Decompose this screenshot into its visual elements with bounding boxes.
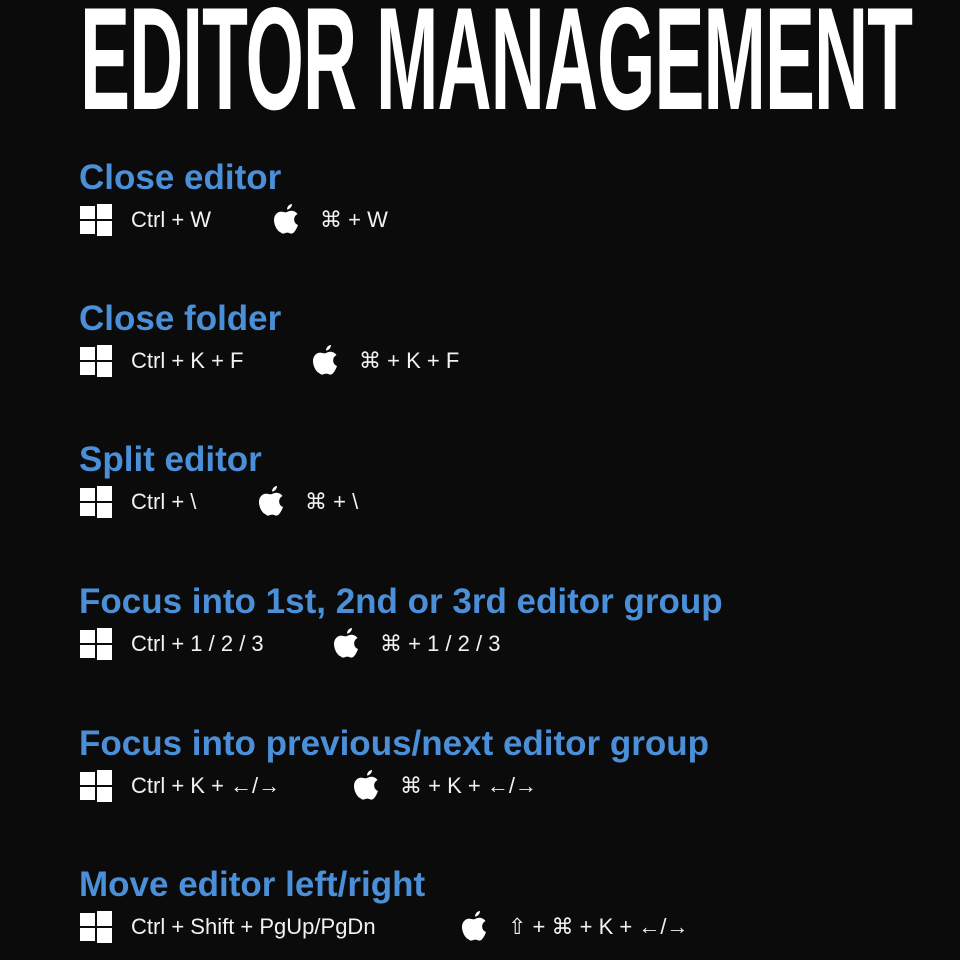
mac-shortcut: ⌘ + K + ←/→ (400, 773, 537, 798)
shortcut-row: Ctrl + K + F ⌘ + K + F (79, 343, 459, 379)
apple-logo-icon (259, 486, 283, 516)
windows-logo-icon (80, 770, 112, 802)
shortcut-heading: Focus into 1st, 2nd or 3rd editor group (79, 582, 723, 621)
windows-shortcut: Ctrl + W (131, 207, 212, 232)
shortcut-section: Move editor left/right Ctrl + Shift + Pg… (79, 865, 688, 945)
windows-logo-icon (80, 628, 112, 660)
windows-logo-icon (80, 204, 112, 236)
shortcut-section: Close folder Ctrl + K + F ⌘ + K + F (79, 299, 459, 379)
mac-shortcut: ⌘ + K + F (359, 348, 460, 373)
apple-logo-icon (462, 911, 486, 941)
mac-shortcut: ⌘ + 1 / 2 / 3 (380, 631, 501, 656)
shortcut-heading: Close folder (79, 299, 282, 338)
windows-logo-icon (80, 345, 112, 377)
windows-shortcut: Ctrl + K + ←/→ (131, 773, 281, 798)
mac-shortcut: ⇧ + ⌘ + K + ←/→ (508, 914, 689, 939)
shortcut-row: Ctrl + K + ←/→ ⌘ + K + ←/→ (79, 768, 709, 804)
shortcut-heading: Split editor (79, 440, 262, 479)
shortcut-section: Focus into previous/next editor group Ct… (79, 724, 709, 804)
windows-shortcut: Ctrl + Shift + PgUp/PgDn (131, 914, 376, 939)
shortcut-row: Ctrl + 1 / 2 / 3 ⌘ + 1 / 2 / 3 (79, 626, 723, 662)
shortcut-section: Focus into 1st, 2nd or 3rd editor group … (79, 582, 723, 662)
shortcut-heading: Focus into previous/next editor group (79, 724, 710, 763)
shortcut-section: Close editor Ctrl + W ⌘ + W (79, 158, 388, 238)
apple-logo-icon (274, 204, 298, 234)
windows-shortcut: Ctrl + K + F (131, 348, 244, 373)
shortcut-row: Ctrl + W ⌘ + W (79, 202, 388, 238)
windows-logo-icon (80, 486, 112, 518)
mac-shortcut: ⌘ + W (320, 207, 388, 232)
windows-shortcut: Ctrl + 1 / 2 / 3 (131, 631, 264, 656)
page-title: EDITOR MANAGEMENT (80, 0, 913, 140)
windows-logo-icon (80, 911, 112, 943)
shortcut-row: Ctrl + \ ⌘ + \ (79, 484, 358, 520)
shortcut-heading: Close editor (79, 158, 282, 197)
apple-logo-icon (313, 345, 337, 375)
shortcut-section: Split editor Ctrl + \ ⌘ + \ (79, 440, 358, 520)
shortcut-heading: Move editor left/right (79, 865, 426, 904)
apple-logo-icon (334, 628, 358, 658)
apple-logo-icon (354, 770, 378, 800)
shortcut-row: Ctrl + Shift + PgUp/PgDn ⇧ + ⌘ + K + ←/→ (79, 909, 688, 945)
mac-shortcut: ⌘ + \ (305, 489, 359, 514)
windows-shortcut: Ctrl + \ (131, 489, 197, 514)
